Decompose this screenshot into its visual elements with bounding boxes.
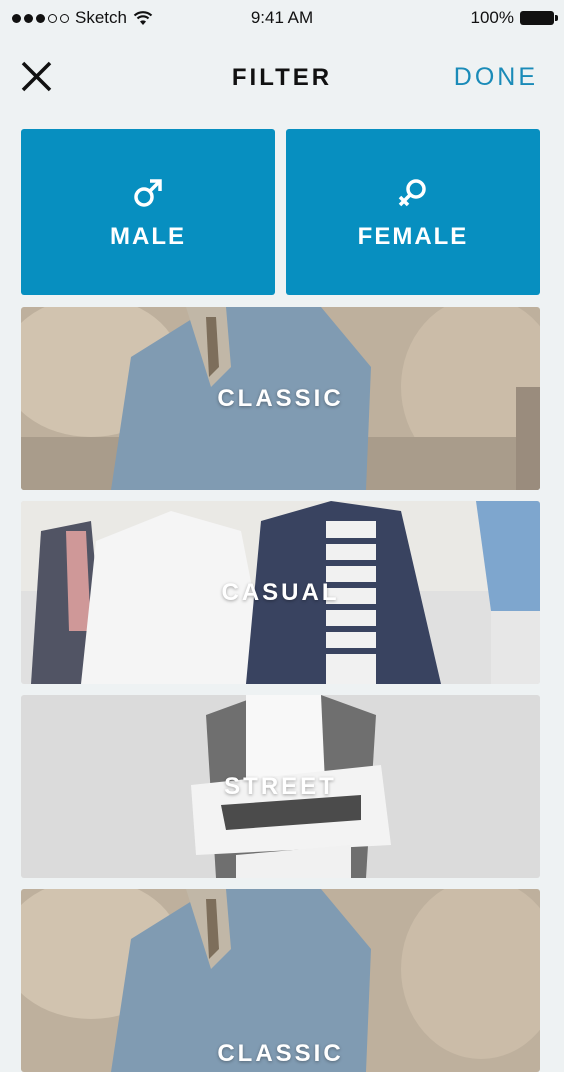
street-label: STREET <box>224 772 337 800</box>
female-symbol-icon <box>398 179 426 207</box>
nav-bar: FILTER DONE <box>0 50 564 106</box>
style-card-casual[interactable]: CASUAL <box>21 501 540 684</box>
battery-percent: 100% <box>470 8 514 27</box>
status-bar: Sketch 9:41 AM 100% <box>0 0 564 36</box>
casual-label: CASUAL <box>221 578 340 606</box>
style-card-street[interactable]: STREET <box>21 695 540 878</box>
done-button[interactable]: DONE <box>454 63 538 92</box>
style-card-classic[interactable]: CLASSIC <box>21 307 540 490</box>
battery-status: 100% <box>470 8 558 28</box>
classic-label-2: CLASSIC <box>217 1040 344 1067</box>
classic-label: CLASSIC <box>217 384 344 412</box>
female-label: FEMALE <box>357 223 469 250</box>
battery-icon <box>520 11 558 25</box>
style-card-classic-2[interactable]: CLASSIC <box>21 889 540 1072</box>
male-filter-button[interactable]: MALE <box>21 129 275 295</box>
male-symbol-icon <box>134 179 162 207</box>
male-label: MALE <box>110 223 186 250</box>
female-filter-button[interactable]: FEMALE <box>286 129 540 295</box>
